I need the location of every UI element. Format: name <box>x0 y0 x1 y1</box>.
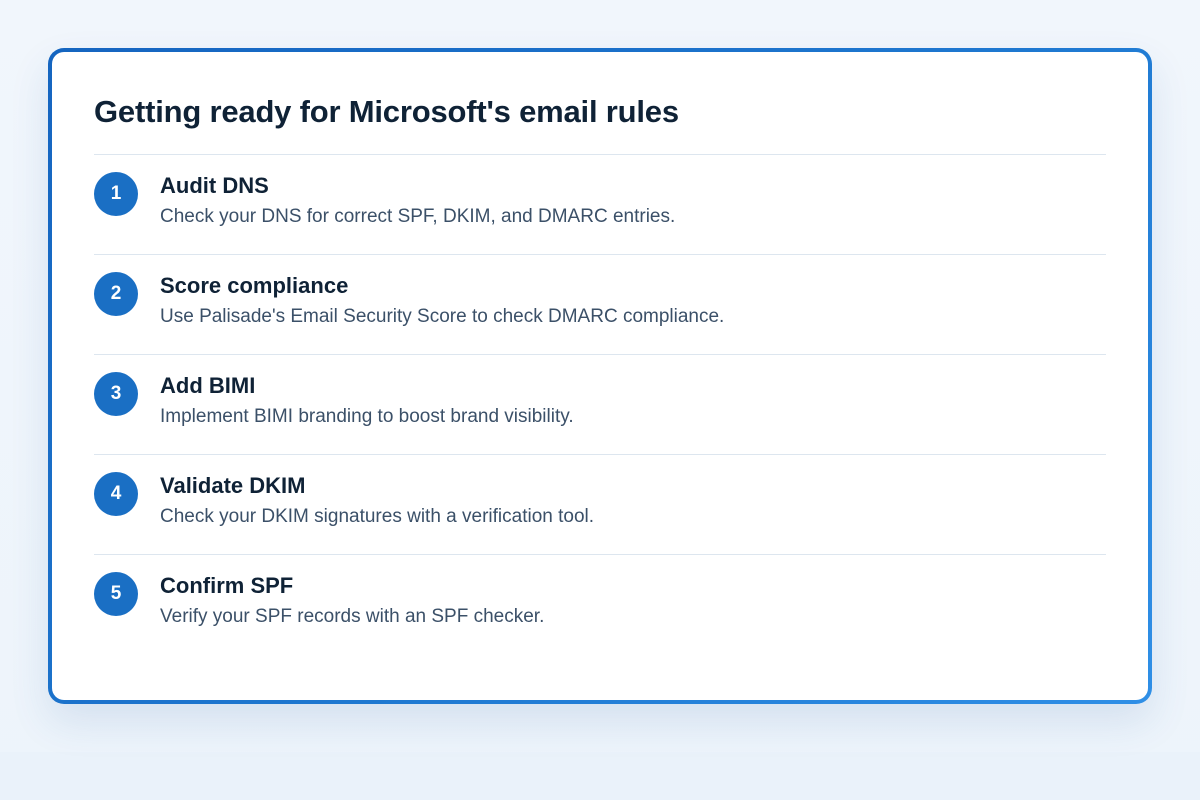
step-number-badge: 3 <box>94 372 138 416</box>
step-content: Add BIMI Implement BIMI branding to boos… <box>160 371 574 431</box>
step-description: Verify your SPF records with an SPF chec… <box>160 606 545 627</box>
step-number-badge: 1 <box>94 172 138 216</box>
step-content: Audit DNS Check your DNS for correct SPF… <box>160 171 675 231</box>
page-background: Getting ready for Microsoft's email rule… <box>0 0 1200 800</box>
step-item-score-compliance: 2 Score compliance Use Palisade's Email … <box>94 255 1106 355</box>
step-description: Use Palisade's Email Security Score to c… <box>160 306 725 327</box>
step-number-badge: 4 <box>94 472 138 516</box>
card-border: Getting ready for Microsoft's email rule… <box>48 48 1152 704</box>
step-description: Implement BIMI branding to boost brand v… <box>160 406 574 427</box>
step-title: Score compliance <box>160 273 349 298</box>
step-number-badge: 5 <box>94 572 138 616</box>
step-item-add-bimi: 3 Add BIMI Implement BIMI branding to bo… <box>94 355 1106 455</box>
step-title: Validate DKIM <box>160 473 306 498</box>
step-title: Confirm SPF <box>160 573 294 598</box>
step-content: Score compliance Use Palisade's Email Se… <box>160 271 724 331</box>
step-content: Validate DKIM Check your DKIM signatures… <box>160 471 594 531</box>
checklist-card: Getting ready for Microsoft's email rule… <box>52 52 1148 700</box>
steps-list: 1 Audit DNS Check your DNS for correct S… <box>94 154 1106 655</box>
step-description: Check your DKIM signatures with a verifi… <box>160 506 595 527</box>
step-description: Check your DNS for correct SPF, DKIM, an… <box>160 206 676 227</box>
step-title: Audit DNS <box>160 173 269 198</box>
step-content: Confirm SPF Verify your SPF records with… <box>160 571 544 631</box>
step-number-badge: 2 <box>94 272 138 316</box>
step-item-confirm-spf: 5 Confirm SPF Verify your SPF records wi… <box>94 555 1106 655</box>
step-item-validate-dkim: 4 Validate DKIM Check your DKIM signatur… <box>94 455 1106 555</box>
bottom-band <box>0 752 1200 800</box>
step-item-audit-dns: 1 Audit DNS Check your DNS for correct S… <box>94 155 1106 255</box>
card-title: Getting ready for Microsoft's email rule… <box>94 94 679 129</box>
step-title: Add BIMI <box>160 373 256 398</box>
